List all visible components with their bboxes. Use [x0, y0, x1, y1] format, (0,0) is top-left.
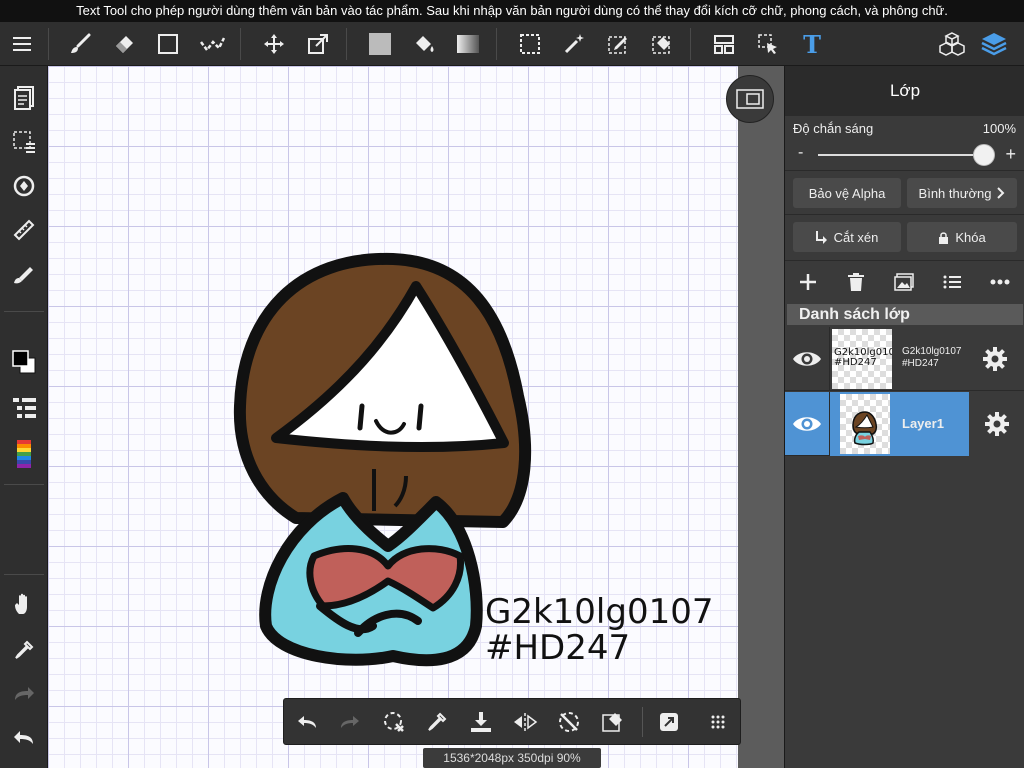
- opacity-decrease-button[interactable]: -: [798, 144, 803, 162]
- layer-settings-gear-icon[interactable]: [969, 392, 1024, 456]
- undo-icon[interactable]: [8, 722, 40, 754]
- layer-row-layer1[interactable]: Layer1: [785, 392, 1024, 456]
- select-eraser-icon[interactable]: [597, 706, 629, 738]
- delete-layer-icon[interactable]: [840, 266, 872, 298]
- eyedropper-icon[interactable]: [8, 634, 40, 666]
- redo-icon[interactable]: [8, 678, 40, 710]
- flip-horizontal-icon[interactable]: [509, 706, 541, 738]
- panel-title: Lớp: [785, 66, 1024, 116]
- lock-label: Khóa: [955, 229, 986, 245]
- view-toggle-button[interactable]: [726, 75, 774, 123]
- layer-thumbnail: G2k10lg0107 #HD247: [832, 329, 892, 389]
- layer-actions: [785, 264, 1024, 300]
- opacity-label: Độ chắn sáng: [793, 121, 874, 136]
- alpha-protect-button[interactable]: Bảo vệ Alpha: [793, 178, 901, 208]
- save-download-icon[interactable]: [465, 706, 497, 738]
- lock-button[interactable]: Khóa: [907, 222, 1017, 252]
- text-tool-icon[interactable]: T: [796, 28, 828, 60]
- brush-icon[interactable]: [64, 28, 96, 60]
- info-banner: Text Tool cho phép người dùng thêm văn b…: [0, 0, 1024, 22]
- select-eraser-icon[interactable]: [646, 28, 678, 60]
- canvas-text-line-1: G2k10lg0107: [485, 592, 714, 632]
- select-pen-icon[interactable]: [602, 28, 634, 60]
- layer-image-icon[interactable]: [888, 266, 920, 298]
- lock-icon: [939, 231, 949, 244]
- gradient-icon[interactable]: [452, 28, 484, 60]
- main-toolbar: T: [0, 22, 1024, 66]
- select-move-icon[interactable]: [752, 28, 784, 60]
- layer-name: Layer1: [902, 416, 944, 431]
- character-thumbnail: [852, 411, 878, 446]
- select-rect-icon[interactable]: [514, 28, 546, 60]
- canvas-text-line-2: #HD247: [485, 628, 631, 668]
- layer-name: G2k10lg0107 #HD247: [902, 346, 962, 369]
- rotate-canvas-icon[interactable]: [8, 170, 40, 202]
- layer-settings-gear-icon[interactable]: [969, 327, 1021, 391]
- layer-main[interactable]: Layer1: [829, 392, 969, 456]
- layer-thumbnail: [840, 394, 890, 454]
- visibility-eye-icon[interactable]: [785, 327, 829, 391]
- color-palette-icon[interactable]: [8, 438, 40, 470]
- redo-icon[interactable]: [334, 706, 366, 738]
- hand-icon[interactable]: [8, 588, 40, 620]
- more-grid-icon[interactable]: [702, 706, 734, 738]
- 3d-model-icon[interactable]: [936, 28, 968, 60]
- layer-list-icon[interactable]: [936, 266, 968, 298]
- menu-icon[interactable]: [6, 28, 38, 60]
- selection-menu-icon[interactable]: [8, 126, 40, 158]
- opacity-value: 100%: [982, 121, 1016, 136]
- layout-icon[interactable]: [708, 28, 740, 60]
- color-swatch-icon[interactable]: [8, 346, 40, 378]
- magic-wand-icon[interactable]: [558, 28, 590, 60]
- share-icon[interactable]: [653, 706, 685, 738]
- alpha-protect-label: Bảo vệ Alpha: [808, 185, 886, 201]
- move-icon[interactable]: [258, 28, 290, 60]
- add-layer-icon[interactable]: [792, 266, 824, 298]
- clip-arrow-icon: [815, 231, 827, 244]
- clipping-label: Cắt xén: [833, 229, 879, 245]
- left-sidebar: [0, 66, 48, 768]
- layer-panel: Lớp Độ chắn sáng 100% - + Bảo vệ Alpha B…: [784, 66, 1024, 768]
- transform-icon[interactable]: [302, 28, 334, 60]
- undo-icon[interactable]: [291, 706, 323, 738]
- clipping-button[interactable]: Cắt xén: [793, 222, 901, 252]
- navigator-icon: [736, 89, 764, 109]
- ruler-icon[interactable]: [8, 214, 40, 246]
- visibility-eye-icon[interactable]: [785, 392, 829, 456]
- opacity-increase-button[interactable]: +: [1005, 144, 1016, 165]
- drawing-canvas[interactable]: G2k10lg0107 #HD247: [48, 66, 738, 768]
- canvas-info: 1536*2048px 350dpi 90%: [423, 748, 601, 768]
- opacity-slider[interactable]: [818, 154, 983, 156]
- rectangle-icon[interactable]: [152, 28, 184, 60]
- pages-icon[interactable]: [8, 82, 40, 114]
- chevron-right-icon: [997, 187, 1005, 199]
- no-rotate-icon[interactable]: [553, 706, 585, 738]
- more-options-icon[interactable]: [984, 266, 1016, 298]
- smudge-icon[interactable]: [196, 28, 228, 60]
- layer-list-icon[interactable]: [8, 392, 40, 424]
- canvas-text[interactable]: G2k10lg0107 #HD247: [485, 594, 714, 666]
- bucket-icon[interactable]: [408, 28, 440, 60]
- bottom-toolbar: [283, 698, 741, 745]
- eraser-icon[interactable]: [108, 28, 140, 60]
- layer-list-header: Danh sách lớp: [787, 304, 1023, 325]
- canvas-area[interactable]: G2k10lg0107 #HD247: [48, 66, 784, 768]
- layer-row-text[interactable]: G2k10lg0107 #HD247 G2k10lg0107 #HD247: [785, 327, 1024, 391]
- thumbnail-text: G2k10lg0107 #HD247: [834, 347, 892, 368]
- lasso-clear-icon[interactable]: [378, 706, 410, 738]
- eyedropper-icon[interactable]: [421, 706, 453, 738]
- filter-pen-icon[interactable]: [8, 258, 40, 290]
- layers-icon[interactable]: [978, 28, 1010, 60]
- opacity-slider-thumb[interactable]: [973, 144, 995, 166]
- fill-color-icon[interactable]: [364, 28, 396, 60]
- layer-main[interactable]: G2k10lg0107 #HD247 G2k10lg0107 #HD247: [829, 327, 969, 391]
- blend-mode-label: Bình thường: [918, 185, 992, 201]
- blend-mode-button[interactable]: Bình thường: [907, 178, 1017, 208]
